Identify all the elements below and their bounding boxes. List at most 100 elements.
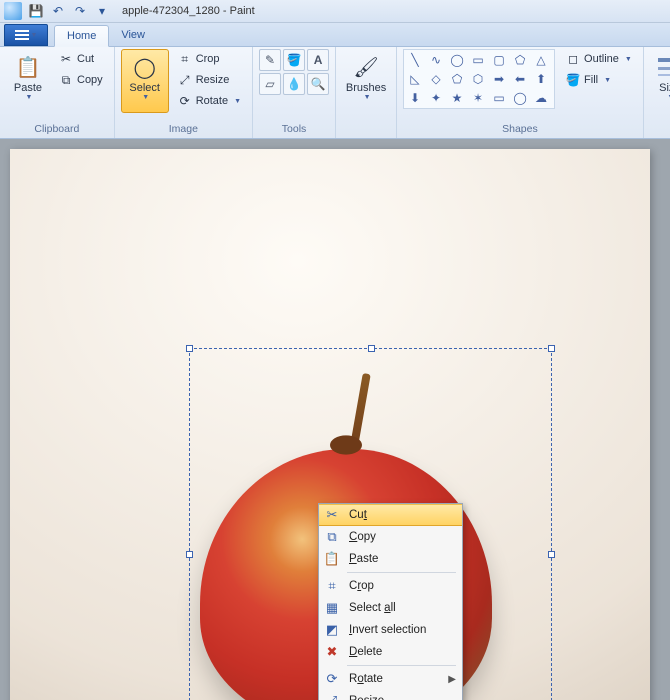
shape-6star[interactable]: ✶	[469, 90, 487, 106]
chevron-down-icon: ▼	[625, 56, 632, 63]
menu-icon	[15, 30, 29, 40]
shape-arrowr[interactable]: ➡	[490, 71, 508, 87]
scissors-icon: ✂	[323, 507, 341, 523]
pencil-tool[interactable]: ✎	[259, 49, 281, 71]
quick-access-toolbar: 💾 ↶ ↷ ▾	[26, 2, 112, 20]
group-title-shapes: Shapes	[502, 122, 538, 138]
copy-button[interactable]: ⧉ Copy	[54, 70, 108, 90]
ctx-cut-label: Cut	[349, 509, 367, 521]
shape-hexagon[interactable]: ⬡	[469, 71, 487, 87]
ctx-cut[interactable]: ✂ Cut	[319, 504, 462, 526]
delete-icon: ✖	[323, 644, 341, 660]
select-button[interactable]: ◯ Select ▼	[121, 49, 169, 113]
shape-curve[interactable]: ∿	[427, 52, 445, 68]
handle-nw[interactable]	[186, 345, 193, 352]
undo-button[interactable]: ↶	[48, 2, 68, 20]
fill-label: Fill	[584, 74, 598, 86]
shape-cloud[interactable]: ☁	[532, 90, 550, 106]
resize-icon: ⤢	[323, 693, 341, 700]
copy-icon: ⧉	[59, 73, 73, 87]
stroke-width-icon	[656, 52, 670, 82]
resize-label: Resize	[196, 74, 230, 86]
handle-w[interactable]	[186, 551, 193, 558]
ctx-crop-label: Crop	[349, 580, 374, 592]
canvas[interactable]: ✂ Cut ⧉ Copy 📋 Paste ⌗ Crop ▦ Select all…	[10, 149, 650, 700]
shape-line[interactable]: ╲	[406, 52, 424, 68]
brush-icon: 🖌	[352, 52, 380, 82]
rotate-label: Rotate	[196, 95, 228, 107]
shape-roundrect[interactable]: ▢	[490, 52, 508, 68]
ctx-paste[interactable]: 📋 Paste	[319, 548, 462, 570]
color-picker-tool[interactable]: 💧	[283, 73, 305, 95]
shape-fill-button[interactable]: 🪣 Fill ▼	[561, 70, 637, 90]
rotate-button[interactable]: ⟳ Rotate ▼	[173, 91, 246, 111]
context-menu: ✂ Cut ⧉ Copy 📋 Paste ⌗ Crop ▦ Select all…	[318, 503, 463, 700]
shape-oval[interactable]: ◯	[448, 52, 466, 68]
paste-button[interactable]: 📋 Paste ▼	[6, 49, 50, 113]
shape-arrowd[interactable]: ⬇	[406, 90, 424, 106]
magnifier-tool[interactable]: 🔍	[307, 73, 329, 95]
redo-button[interactable]: ↷	[70, 2, 90, 20]
file-menu-button[interactable]: ▼	[4, 24, 48, 46]
select-lasso-icon: ◯	[131, 52, 159, 82]
ctx-rotate-label: Rotate	[349, 673, 383, 685]
copy-icon: ⧉	[323, 529, 341, 545]
size-button[interactable]: Size ▼	[650, 49, 670, 113]
ctx-rotate[interactable]: ⟳ Rotate ▶	[319, 668, 462, 690]
tab-view[interactable]: View	[109, 24, 157, 46]
crop-icon: ⌗	[178, 52, 192, 66]
text-tool[interactable]: A	[307, 49, 329, 71]
shape-polygon[interactable]: ⬠	[511, 52, 529, 68]
shape-outline-button[interactable]: ◻ Outline ▼	[561, 49, 637, 69]
ctx-delete[interactable]: ✖ Delete	[319, 641, 462, 663]
shape-gallery[interactable]: ╲ ∿ ◯ ▭ ▢ ⬠ △ ◺ ◇ ⬠ ⬡ ➡ ⬅ ⬆ ⬇ ✦ ★ ✶ ▭ ◯	[403, 49, 555, 109]
chevron-down-icon: ▼	[364, 94, 371, 101]
fill-icon: 🪣	[566, 73, 580, 87]
brushes-button[interactable]: 🖌 Brushes ▼	[342, 49, 390, 113]
shape-4star[interactable]: ✦	[427, 90, 445, 106]
outline-label: Outline	[584, 53, 619, 65]
crop-label: Crop	[196, 53, 220, 65]
ctx-crop[interactable]: ⌗ Crop	[319, 575, 462, 597]
shape-arrowl[interactable]: ⬅	[511, 71, 529, 87]
ctx-select-all[interactable]: ▦ Select all	[319, 597, 462, 619]
handle-e[interactable]	[548, 551, 555, 558]
shape-pentagon[interactable]: ⬠	[448, 71, 466, 87]
save-button[interactable]: 💾	[26, 2, 46, 20]
shape-rect[interactable]: ▭	[469, 52, 487, 68]
window-title: apple-472304_1280 - Paint	[122, 5, 255, 17]
qat-customize[interactable]: ▾	[92, 2, 112, 20]
shape-5star[interactable]: ★	[448, 90, 466, 106]
chevron-down-icon: ▼	[26, 94, 33, 101]
cut-button[interactable]: ✂ Cut	[54, 49, 108, 69]
ctx-resize[interactable]: ⤢ Resize	[319, 690, 462, 700]
handle-ne[interactable]	[548, 345, 555, 352]
shape-callout2[interactable]: ◯	[511, 90, 529, 106]
ribbon-tabs: ▼ Home View	[0, 23, 670, 47]
select-label: Select	[129, 82, 160, 94]
ctx-paste-label: Paste	[349, 553, 378, 565]
handle-n[interactable]	[368, 345, 375, 352]
shape-rtriangle[interactable]: ◺	[406, 71, 424, 87]
shape-triangle[interactable]: △	[532, 52, 550, 68]
resize-button[interactable]: ⤢ Resize	[173, 70, 246, 90]
ctx-invert-selection[interactable]: ◩ Invert selection	[319, 619, 462, 641]
eraser-tool[interactable]: ▱	[259, 73, 281, 95]
paste-label: Paste	[14, 82, 42, 94]
group-title-image: Image	[169, 122, 198, 138]
ctx-separator	[347, 572, 456, 573]
canvas-area[interactable]: ✂ Cut ⧉ Copy 📋 Paste ⌗ Crop ▦ Select all…	[0, 139, 670, 700]
shape-arrowu[interactable]: ⬆	[532, 71, 550, 87]
tab-home[interactable]: Home	[54, 25, 109, 47]
fill-tool[interactable]: 🪣	[283, 49, 305, 71]
ctx-copy[interactable]: ⧉ Copy	[319, 526, 462, 548]
rotate-icon: ⟳	[178, 94, 192, 108]
group-title-clipboard: Clipboard	[34, 122, 79, 138]
crop-button[interactable]: ⌗ Crop	[173, 49, 246, 69]
chevron-right-icon: ▶	[448, 674, 456, 685]
shape-diamond[interactable]: ◇	[427, 71, 445, 87]
group-image: ◯ Select ▼ ⌗ Crop ⤢ Resize ⟳ Rotate ▼	[115, 47, 253, 138]
chevron-down-icon: ▼	[604, 77, 611, 84]
brushes-label: Brushes	[346, 82, 386, 94]
shape-callout[interactable]: ▭	[490, 90, 508, 106]
